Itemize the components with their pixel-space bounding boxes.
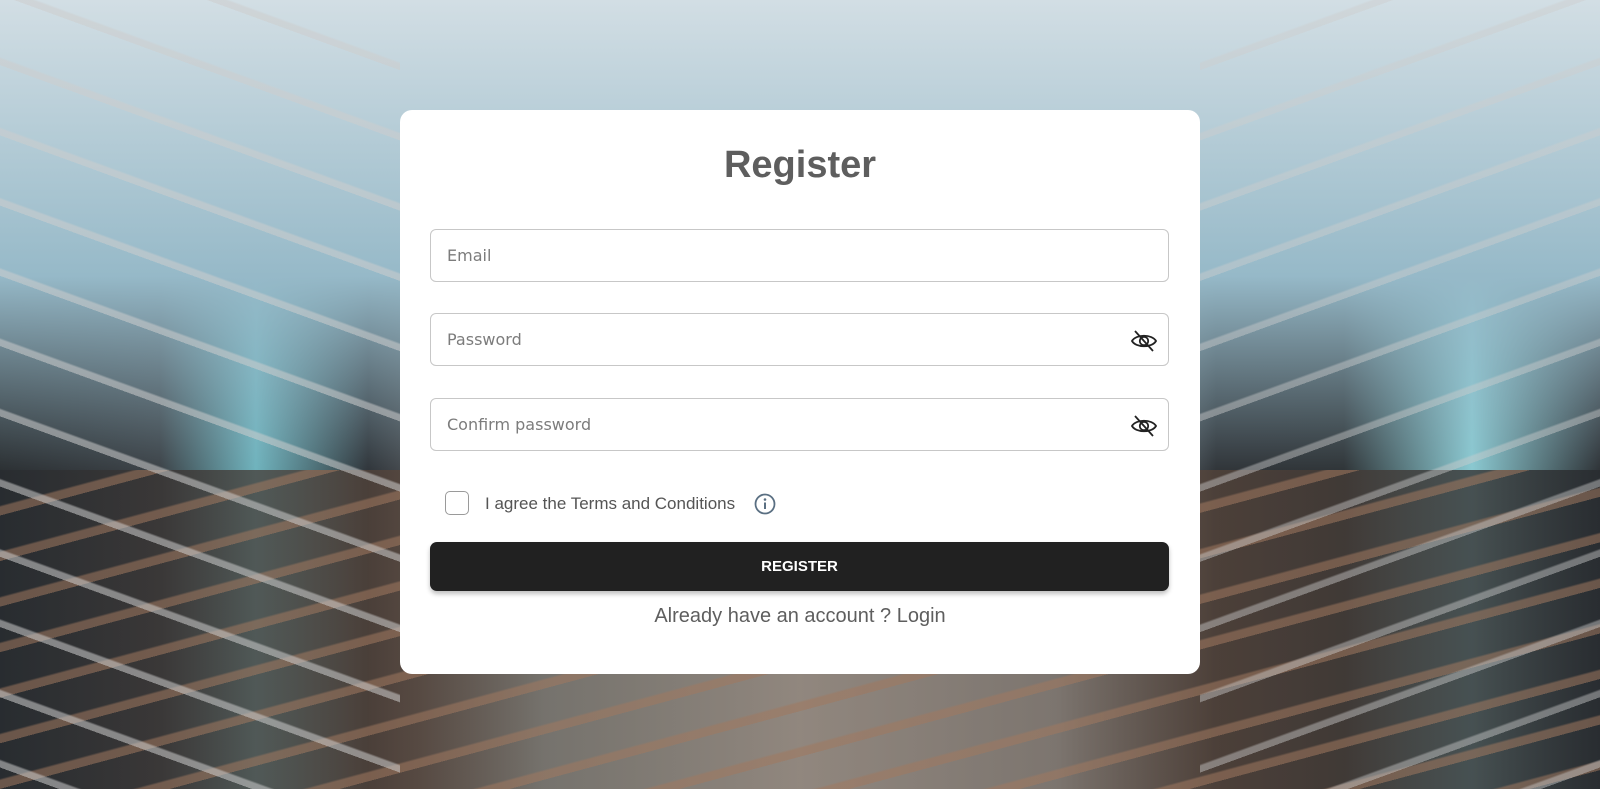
eye-off-icon[interactable] <box>1130 327 1158 355</box>
confirm-password-field-wrapper <box>430 398 1169 451</box>
confirm-password-input[interactable] <box>431 399 1168 450</box>
eye-off-icon[interactable] <box>1130 412 1158 440</box>
password-field-wrapper <box>430 313 1169 366</box>
background-shelves-left <box>0 0 400 789</box>
email-input[interactable] <box>431 230 1168 281</box>
register-button[interactable]: REGISTER <box>430 542 1169 591</box>
terms-label: I agree the Terms and Conditions <box>485 494 736 513</box>
background-shelves-right <box>1200 0 1600 789</box>
login-prompt: Already have an account ? Login <box>400 605 1200 628</box>
register-card: Register I agree the Terms and Condition… <box>400 110 1200 674</box>
password-input[interactable] <box>431 314 1168 365</box>
page-title: Register <box>723 144 877 186</box>
info-icon[interactable] <box>753 492 777 516</box>
login-link[interactable]: Login <box>897 605 946 627</box>
terms-checkbox[interactable] <box>445 491 469 515</box>
email-field-wrapper <box>430 229 1169 282</box>
login-prompt-text: Already have an account ? <box>654 605 892 627</box>
